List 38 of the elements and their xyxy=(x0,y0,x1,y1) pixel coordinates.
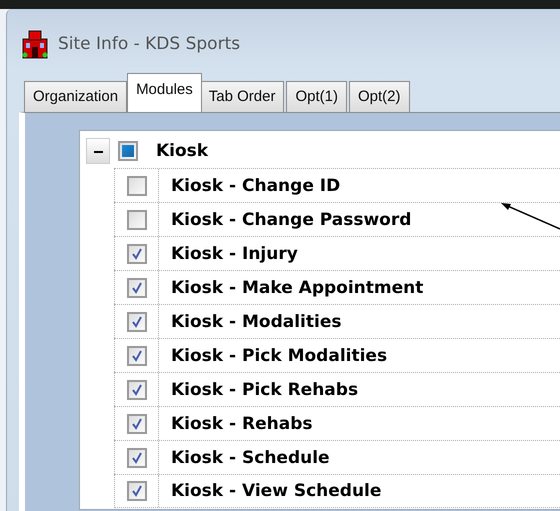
checkbox[interactable] xyxy=(126,210,146,230)
tab[interactable]: Tab Order xyxy=(200,81,284,112)
checkbox[interactable] xyxy=(126,481,146,501)
checkmark-icon xyxy=(130,484,144,498)
checkbox[interactable] xyxy=(126,414,146,434)
checkbox[interactable] xyxy=(126,346,146,366)
tree-item-label[interactable]: Kiosk - Make Appointment xyxy=(171,278,424,298)
checkbox[interactable] xyxy=(126,312,146,332)
checkmark-icon xyxy=(130,348,144,362)
checkbox[interactable] xyxy=(126,278,146,298)
checkbox[interactable] xyxy=(126,380,146,400)
tree-item-label[interactable]: Kiosk - Injury xyxy=(171,244,298,264)
tree-item-label[interactable]: Kiosk - Pick Rehabs xyxy=(171,380,358,400)
annotation-arrow xyxy=(499,201,560,231)
tree-item-label[interactable]: Kiosk - Pick Modalities xyxy=(171,346,388,366)
tree-item-label[interactable]: Kiosk xyxy=(156,141,208,161)
checkmark-icon xyxy=(130,382,144,396)
tab[interactable]: Modules xyxy=(127,73,202,112)
checkmark-icon xyxy=(130,450,144,464)
checkbox[interactable] xyxy=(126,244,146,264)
building-icon xyxy=(22,28,48,58)
checkbox[interactable] xyxy=(126,448,146,468)
checkmark-icon xyxy=(130,314,144,328)
tree-item-label[interactable]: Kiosk - Change Password xyxy=(171,210,412,230)
checkmark-icon xyxy=(130,280,144,294)
checkmark-icon xyxy=(130,416,144,430)
window-title: Site Info - KDS Sports xyxy=(58,34,240,54)
tab[interactable]: Organization xyxy=(24,81,128,112)
tree-item-label[interactable]: Kiosk - Modalities xyxy=(171,312,342,332)
checkbox[interactable] xyxy=(126,176,146,196)
tab[interactable]: Opt(1) xyxy=(286,81,347,112)
tree-item-label[interactable]: Kiosk - Change ID xyxy=(171,176,340,196)
tree-item-label[interactable]: Kiosk - Rehabs xyxy=(171,414,312,434)
checkbox[interactable] xyxy=(118,141,138,161)
tab[interactable]: Opt(2) xyxy=(348,81,410,112)
checkmark-icon xyxy=(130,246,144,260)
tree-item-label[interactable]: Kiosk - Schedule xyxy=(171,448,330,468)
collapse-toggle[interactable] xyxy=(86,138,110,164)
